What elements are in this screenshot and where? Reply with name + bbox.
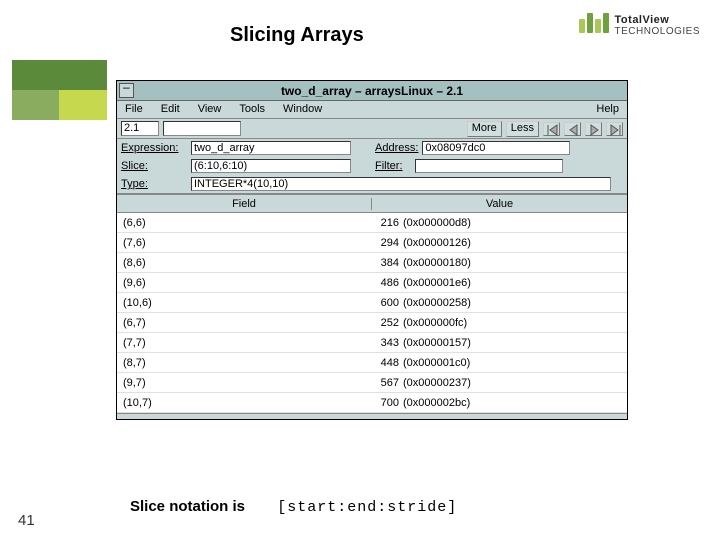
more-button[interactable]: More	[467, 121, 502, 137]
menu-file[interactable]: File	[125, 103, 143, 116]
label-address: Address:	[355, 142, 418, 154]
menubar: File Edit View Tools Window Help	[117, 101, 627, 119]
value-num: 252	[348, 317, 403, 329]
value-hex: (0x00000126)	[403, 237, 471, 249]
table-row[interactable]: (6,6)216(0x000000d8)	[117, 213, 627, 233]
table-row[interactable]: (9,6)486(0x000001e6)	[117, 273, 627, 293]
label-slice: Slice:	[121, 160, 187, 172]
value-hex: (0x000000d8)	[403, 217, 471, 229]
menu-help[interactable]: Help	[596, 103, 619, 116]
nav-row: 2.1 More Less	[117, 119, 627, 139]
value-hex: (0x000000fc)	[403, 317, 467, 329]
value-hex: (0x00000258)	[403, 297, 471, 309]
field-cell: (7,6)	[123, 237, 348, 249]
window-title: two_d_array – arraysLinux – 2.1	[281, 84, 463, 98]
field-cell: (9,6)	[123, 277, 348, 289]
value-num: 567	[348, 377, 403, 389]
field-cell: (7,7)	[123, 337, 348, 349]
col-field[interactable]: Field	[117, 198, 372, 210]
col-value[interactable]: Value	[372, 198, 627, 210]
value-num: 700	[348, 397, 403, 409]
caption-prefix: Slice notation is	[130, 498, 245, 515]
type-field[interactable]: INTEGER*4(10,10)	[191, 177, 611, 191]
value-hex: (0x000002bc)	[403, 397, 470, 409]
label-filter: Filter:	[355, 160, 411, 172]
caption-code: [start:end:stride]	[277, 499, 457, 516]
first-icon[interactable]	[543, 122, 560, 136]
prev-icon[interactable]	[564, 122, 581, 136]
menu-view[interactable]: View	[198, 103, 222, 116]
value-num: 384	[348, 257, 403, 269]
slice-field[interactable]: (6:10,6:10)	[191, 159, 351, 173]
value-num: 448	[348, 357, 403, 369]
value-hex: (0x00000157)	[403, 337, 471, 349]
value-hex: (0x00000180)	[403, 257, 471, 269]
value-num: 216	[348, 217, 403, 229]
value-num: 486	[348, 277, 403, 289]
array-window: two_d_array – arraysLinux – 2.1 File Edi…	[116, 80, 628, 420]
value-num: 343	[348, 337, 403, 349]
brand-primary: TotalView	[615, 14, 670, 26]
window-titlebar[interactable]: two_d_array – arraysLinux – 2.1	[117, 81, 627, 101]
address-field[interactable]: 0x08097dc0	[422, 141, 570, 155]
field-cell: (6,7)	[123, 317, 348, 329]
field-cell: (10,7)	[123, 397, 348, 409]
next-icon[interactable]	[585, 122, 602, 136]
label-expression: Expression:	[121, 142, 187, 154]
less-button[interactable]: Less	[506, 121, 539, 137]
data-table: Field Value (6,6)216(0x000000d8)(7,6)294…	[117, 194, 627, 413]
field-cell: (8,6)	[123, 257, 348, 269]
brand-secondary: TECHNOLOGIES	[615, 26, 700, 37]
minimize-icon[interactable]	[119, 83, 134, 98]
field-cell: (8,7)	[123, 357, 348, 369]
field-cell: (9,7)	[123, 377, 348, 389]
value-hex: (0x00000237)	[403, 377, 471, 389]
page-title: Slicing Arrays	[230, 24, 364, 47]
field-cell: (10,6)	[123, 297, 348, 309]
table-row[interactable]: (7,6)294(0x00000126)	[117, 233, 627, 253]
decorative-blocks	[12, 60, 107, 120]
menu-window[interactable]: Window	[283, 103, 322, 116]
nav-empty-field[interactable]	[163, 121, 241, 136]
value-hex: (0x000001e6)	[403, 277, 471, 289]
table-row[interactable]: (7,7)343(0x00000157)	[117, 333, 627, 353]
menu-tools[interactable]: Tools	[239, 103, 265, 116]
table-row[interactable]: (8,6)384(0x00000180)	[117, 253, 627, 273]
table-row[interactable]: (8,7)448(0x000001c0)	[117, 353, 627, 373]
brand-logo: TotalView TECHNOLOGIES	[579, 14, 700, 37]
expression-field[interactable]: two_d_array	[191, 141, 351, 155]
last-icon[interactable]	[606, 122, 623, 136]
table-row[interactable]: (9,7)567(0x00000237)	[117, 373, 627, 393]
label-type: Type:	[121, 178, 187, 190]
menu-edit[interactable]: Edit	[161, 103, 180, 116]
table-row[interactable]: (10,6)600(0x00000258)	[117, 293, 627, 313]
table-row[interactable]: (10,7)700(0x000002bc)	[117, 393, 627, 413]
filter-field[interactable]	[415, 159, 563, 173]
field-cell: (6,6)	[123, 217, 348, 229]
value-hex: (0x000001c0)	[403, 357, 470, 369]
nav-value-field[interactable]: 2.1	[121, 121, 159, 136]
table-row[interactable]: (6,7)252(0x000000fc)	[117, 313, 627, 333]
value-num: 600	[348, 297, 403, 309]
page-number: 41	[18, 512, 35, 529]
value-num: 294	[348, 237, 403, 249]
